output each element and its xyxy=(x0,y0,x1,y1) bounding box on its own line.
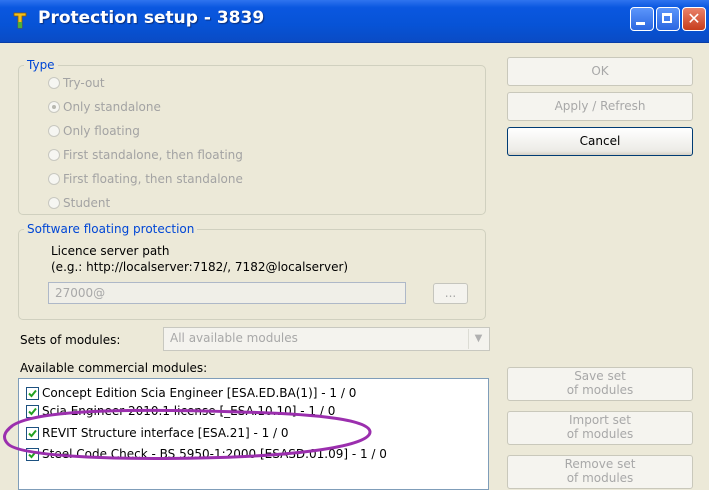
sets-of-modules-label: Sets of modules: xyxy=(20,333,121,347)
radio-label: Only floating xyxy=(63,124,140,138)
type-group-legend: Type xyxy=(27,58,55,72)
app-icon xyxy=(13,12,27,29)
list-item[interactable]: Scia Engineer 2010.1 license [_ESA.10.10… xyxy=(26,402,335,420)
radio-circle xyxy=(48,77,60,89)
modules-listbox[interactable]: Concept Edition Scia Engineer [ESA.ED.BA… xyxy=(18,378,489,490)
cancel-button[interactable]: Cancel xyxy=(507,127,693,156)
maximize-button[interactable] xyxy=(656,7,680,31)
radio-label: First floating, then standalone xyxy=(63,172,243,186)
radio-label: Try-out xyxy=(63,76,105,90)
checkbox[interactable] xyxy=(26,404,39,418)
remove-set-button[interactable]: Remove set of modules xyxy=(507,455,693,489)
close-button[interactable]: ✕ xyxy=(682,7,706,31)
licence-server-path-input[interactable]: 27000@ xyxy=(48,282,406,304)
close-icon: ✕ xyxy=(687,9,701,28)
list-item-label: Concept Edition Scia Engineer [ESA.ED.BA… xyxy=(42,386,357,400)
radio-first-standalone-then-floating[interactable]: First standalone, then floating xyxy=(48,146,243,164)
import-set-label-2: of modules xyxy=(566,427,634,441)
radio-label: First standalone, then floating xyxy=(63,148,243,162)
licence-server-path-example: (e.g.: http://localserver:7182/, 7182@lo… xyxy=(51,260,349,274)
radio-label: Student xyxy=(63,196,111,210)
remove-set-label-1: Remove set xyxy=(564,457,636,471)
window-title: Protection setup - 3839 xyxy=(38,8,265,28)
radio-label: Only standalone xyxy=(63,100,161,114)
import-set-label-1: Import set xyxy=(569,413,631,427)
chevron-down-icon[interactable]: ▼ xyxy=(468,329,488,349)
remove-set-label-2: of modules xyxy=(566,471,634,485)
radio-circle-checked xyxy=(48,101,60,113)
title-bar[interactable]: Protection setup - 3839 ✕ xyxy=(0,0,709,43)
list-item[interactable]: Steel Code Check - BS 5950-1:2000 [ESASD… xyxy=(26,445,387,463)
browse-button[interactable]: ... xyxy=(433,283,468,304)
radio-circle xyxy=(48,197,60,209)
maximize-icon xyxy=(662,13,672,23)
radio-try-out[interactable]: Try-out xyxy=(48,74,105,92)
save-set-label-2: of modules xyxy=(566,383,634,397)
list-item[interactable]: REVIT Structure interface [ESA.21] - 1 /… xyxy=(26,424,289,442)
list-item-label: Scia Engineer 2010.1 license [_ESA.10.10… xyxy=(42,404,336,418)
radio-circle xyxy=(48,149,60,161)
radio-only-floating[interactable]: Only floating xyxy=(48,122,140,140)
apply-refresh-button[interactable]: Apply / Refresh xyxy=(507,92,693,121)
save-set-button[interactable]: Save set of modules xyxy=(507,367,693,401)
list-item-label: Steel Code Check - BS 5950-1:2000 [ESASD… xyxy=(42,447,387,461)
checkbox[interactable] xyxy=(26,426,39,440)
checkmark-icon xyxy=(28,407,37,415)
sets-of-modules-value: All available modules xyxy=(170,331,298,345)
ok-button[interactable]: OK xyxy=(507,57,693,86)
checkmark-icon xyxy=(28,389,37,397)
radio-circle xyxy=(48,125,60,137)
checkbox[interactable] xyxy=(26,447,39,461)
licence-server-path-label: Licence server path xyxy=(51,244,170,258)
minimize-icon xyxy=(636,22,645,25)
available-modules-label: Available commercial modules: xyxy=(20,361,208,375)
minimize-button[interactable] xyxy=(630,7,654,31)
checkmark-icon xyxy=(28,450,37,458)
radio-circle xyxy=(48,173,60,185)
checkbox[interactable] xyxy=(26,386,39,400)
sets-of-modules-select[interactable]: All available modules ▼ xyxy=(163,327,490,351)
radio-student[interactable]: Student xyxy=(48,194,110,212)
save-set-label-1: Save set xyxy=(574,369,626,383)
radio-first-floating-then-standalone[interactable]: First floating, then standalone xyxy=(48,170,243,188)
list-item[interactable]: Concept Edition Scia Engineer [ESA.ED.BA… xyxy=(26,384,356,402)
list-item-label: REVIT Structure interface [ESA.21] - 1 /… xyxy=(42,426,289,440)
radio-only-standalone[interactable]: Only standalone xyxy=(48,98,161,116)
import-set-button[interactable]: Import set of modules xyxy=(507,411,693,445)
checkmark-icon xyxy=(28,429,37,437)
floating-group-legend: Software floating protection xyxy=(27,222,195,236)
